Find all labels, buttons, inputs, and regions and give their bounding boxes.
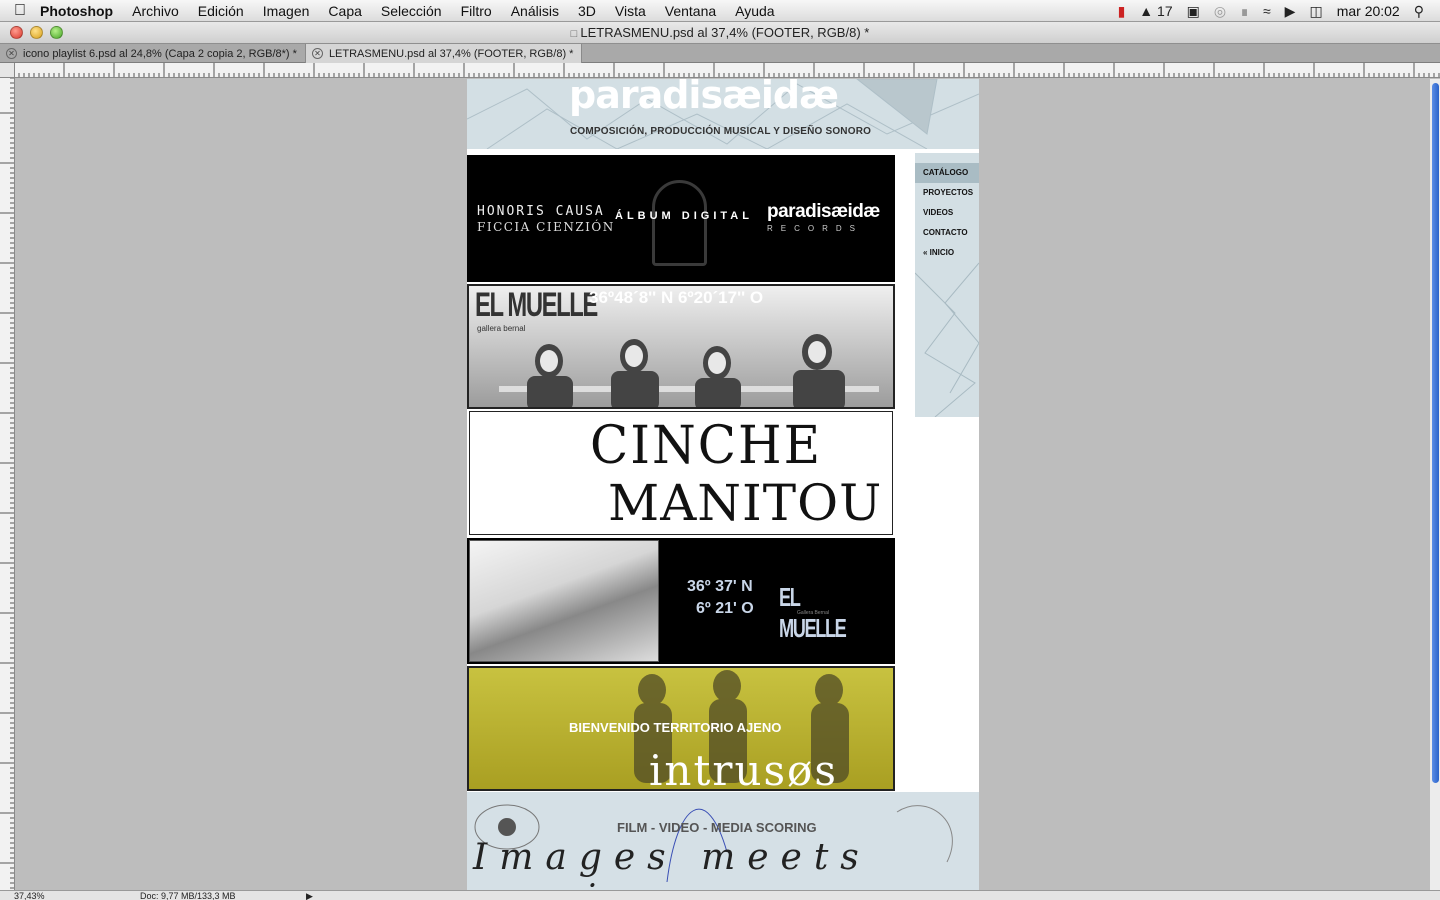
wifi-icon[interactable]: ≈ <box>1263 3 1271 19</box>
status-menu-arrow-icon[interactable]: ▶ <box>306 891 313 900</box>
menubar:  Photoshop Archivo Edición Imagen Capa … <box>0 0 1440 22</box>
menu-archivo[interactable]: Archivo <box>132 3 179 19</box>
site-footer: FILM - VIDEO - MEDIA SCORING Images meet… <box>467 792 979 890</box>
nav-pattern <box>915 262 979 417</box>
menubar-clock[interactable]: mar 20:02 <box>1337 3 1400 19</box>
document-titlebar: □ LETRASMENU.psd al 37,4% (FOOTER, RGB/8… <box>0 22 1440 44</box>
intrusos-title: intrusøs <box>649 746 838 791</box>
banner-el-muelle-photo[interactable]: EL MUELLE gallera bernal 36º48´8'' N 6º2… <box>467 284 895 409</box>
banner-coordinates: 36º48´8'' N 6º20´17'' O <box>589 288 764 307</box>
coord-west: 6º 21' O <box>696 600 754 617</box>
el-muelle-sub: Gallera Bernal <box>797 610 829 616</box>
menu-seleccion[interactable]: Selección <box>381 3 442 19</box>
spotlight-search-icon[interactable]: ⚲ <box>1414 3 1424 20</box>
menu-edicion[interactable]: Edición <box>198 3 244 19</box>
banner-intrusos[interactable]: BIENVENIDO TERRITORIO AJENO intrusøs <box>467 666 895 791</box>
harbor-photo <box>469 540 659 662</box>
footer-script: Images meets music <box>473 837 871 890</box>
banner-album: ÁLBUM DIGITAL <box>615 210 753 222</box>
document-tabs: ✕ icono playlist 6.psd al 24,8% (Capa 2 … <box>0 44 1440 63</box>
menu-capa[interactable]: Capa <box>328 3 361 19</box>
status-menus: ▮ ▲ 17 ▣ ◎ ∎ ≈ ▶ ◫ mar 20:02 ⚲ <box>1118 0 1440 22</box>
site-subtitle: COMPOSICIÓN, PRODUCCIÓN MUSICAL Y DISEÑO… <box>570 126 872 137</box>
el-muelle-sub: gallera bernal <box>477 324 526 333</box>
menu-filtro[interactable]: Filtro <box>461 3 492 19</box>
app-menu[interactable]: Photoshop <box>40 3 113 19</box>
manitou-title: MANITOU <box>608 474 883 532</box>
time-machine-icon[interactable]: ◎ <box>1214 3 1226 20</box>
tab-letrasmenu[interactable]: ✕ LETRASMENU.psd al 37,4% (FOOTER, RGB/8… <box>305 44 583 63</box>
album-emblem <box>652 180 707 266</box>
zoom-window-button[interactable] <box>50 26 63 39</box>
zoom-level[interactable]: 37,43% <box>14 891 45 900</box>
site-header: paradisæidæ COMPOSICIÓN, PRODUCCIÓN MUSI… <box>467 79 979 149</box>
minimize-window-button[interactable] <box>30 26 43 39</box>
banner-brand: paradisæidæ <box>767 201 880 222</box>
menu-ventana[interactable]: Ventana <box>665 3 716 19</box>
tab-icono-playlist[interactable]: ✕ icono playlist 6.psd al 24,8% (Capa 2 … <box>0 44 306 63</box>
tab-label: icono playlist 6.psd al 24,8% (Capa 2 co… <box>23 47 297 60</box>
horizontal-ruler[interactable] <box>14 63 1440 78</box>
site-logo: paradisæidæ <box>569 79 839 117</box>
scrollbar-thumb[interactable] <box>1432 83 1439 783</box>
horizontal-ruler-ticks <box>14 63 1440 77</box>
volume-icon[interactable]: ▶ <box>1285 3 1296 20</box>
bluetooth-icon[interactable]: ∎ <box>1240 3 1249 20</box>
site-nav: CATÁLOGO PROYECTOS VIDEOS CONTACTO « INI… <box>915 153 979 417</box>
menu-vista[interactable]: Vista <box>615 3 646 19</box>
display-icon[interactable]: ▣ <box>1187 3 1200 20</box>
canvas-area[interactable]: paradisæidæ COMPOSICIÓN, PRODUCCIÓN MUSI… <box>15 79 1430 890</box>
banner-el-muelle-coords[interactable]: 36º 37' N 6º 21' O EL MUELLE Gallera Ber… <box>467 538 895 664</box>
apple-menu-icon[interactable]:  <box>0 2 40 20</box>
welcome-text: BIENVENIDO TERRITORIO AJENO <box>569 720 782 735</box>
banner-records: RECORDS <box>767 224 864 233</box>
close-tab-icon[interactable]: ✕ <box>6 48 17 59</box>
close-window-button[interactable] <box>10 26 23 39</box>
fishermen-photo <box>499 334 879 407</box>
cinche-title: CINCHE <box>590 414 823 476</box>
document-file-icon: □ <box>570 28 581 40</box>
adobe-count: 17 <box>1157 3 1173 19</box>
banner-line2: FICCIA CIENZIÓN <box>477 220 615 234</box>
footer-tagline: FILM - VIDEO - MEDIA SCORING <box>617 820 817 835</box>
vertical-ruler-ticks <box>0 63 14 889</box>
window-title: LETRASMENU.psd al 37,4% (FOOTER, RGB/8) … <box>580 25 870 40</box>
battery-icon[interactable]: ◫ <box>1309 3 1322 20</box>
input-flag-icon[interactable]: ▮ <box>1118 3 1126 20</box>
close-tab-icon[interactable]: ✕ <box>311 48 323 59</box>
vertical-ruler[interactable] <box>0 63 15 891</box>
window-controls <box>10 26 63 39</box>
banner-honoris-causa[interactable]: HONORIS CAUSA FICCIA CIENZIÓN ÁLBUM DIGI… <box>467 155 895 282</box>
el-muelle-logo: EL MUELLE <box>475 286 598 324</box>
ruler-origin[interactable] <box>0 63 15 78</box>
menu-imagen[interactable]: Imagen <box>263 3 310 19</box>
menu-3d[interactable]: 3D <box>578 3 596 19</box>
document-canvas[interactable]: paradisæidæ COMPOSICIÓN, PRODUCCIÓN MUSI… <box>467 79 979 890</box>
status-bar: 37,43% Doc: 9,77 MB/133,3 MB ▶ <box>0 890 1440 900</box>
vertical-scrollbar[interactable] <box>1430 79 1440 890</box>
tab-label: LETRASMENU.psd al 37,4% (FOOTER, RGB/8) … <box>328 47 574 60</box>
menu-analisis[interactable]: Análisis <box>511 3 559 19</box>
banner-line1: HONORIS CAUSA <box>477 204 605 219</box>
banner-cinche-manitou[interactable]: CINCHE MANITOU <box>469 411 893 535</box>
coord-north: 36º 37' N <box>687 578 753 595</box>
adobe-updates-icon[interactable]: ▲ 17 <box>1139 3 1172 19</box>
menu-ayuda[interactable]: Ayuda <box>735 3 774 19</box>
doc-size: Doc: 9,77 MB/133,3 MB <box>140 891 236 900</box>
